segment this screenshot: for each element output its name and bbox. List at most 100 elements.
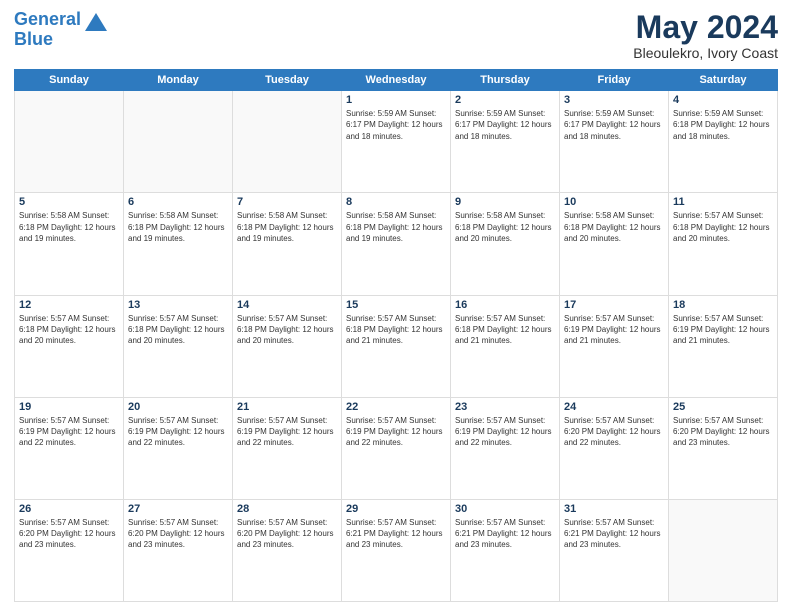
- day-number: 7: [237, 196, 337, 208]
- table-row: [233, 91, 342, 193]
- day-info: Sunrise: 5:57 AM Sunset: 6:20 PM Dayligh…: [564, 415, 664, 449]
- table-row: 4 Sunrise: 5:59 AM Sunset: 6:18 PM Daylig…: [669, 91, 778, 193]
- table-row: 3Sunrise: 5:59 AM Sunset: 6:17 PM Daylig…: [560, 91, 669, 193]
- day-info: Sunrise: 5:57 AM Sunset: 6:19 PM Dayligh…: [128, 415, 228, 449]
- logo-text: GeneralBlue: [14, 10, 81, 50]
- header: GeneralBlue May 2024 Bleoulekro, Ivory C…: [14, 10, 778, 61]
- day-info: Sunrise: 5:59 AM Sunset: 6:18 PM Dayligh…: [673, 108, 773, 142]
- day-number: 3: [564, 94, 664, 106]
- table-row: 29 Sunrise: 5:57 AM Sunset: 6:21 PM Dayli…: [342, 499, 451, 601]
- table-row: 30Sunrise: 5:57 AM Sunset: 6:21 PM Dayli…: [451, 499, 560, 601]
- table-row: 14 Sunrise: 5:57 AM Sunset: 6:18 PM Dayli…: [233, 295, 342, 397]
- day-info: Sunrise: 5:57 AM Sunset: 6:20 PM Dayligh…: [673, 415, 773, 449]
- day-info: Sunrise: 5:57 AM Sunset: 6:18 PM Dayligh…: [237, 313, 337, 347]
- calendar-header-row: Sunday Monday Tuesday Wednesday Thursday…: [15, 70, 778, 91]
- day-number: 13: [128, 299, 228, 311]
- day-number: 31: [564, 503, 664, 515]
- table-row: 22 Sunrise: 5:57 AM Sunset: 6:19 PM Dayli…: [342, 397, 451, 499]
- day-info: Sunrise: 5:58 AM Sunset: 6:18 PM Dayligh…: [564, 210, 664, 244]
- table-row: [669, 499, 778, 601]
- day-number: 17: [564, 299, 664, 311]
- table-row: 8 Sunrise: 5:58 AM Sunset: 6:18 PM Daylig…: [342, 193, 451, 295]
- table-row: 21 Sunrise: 5:57 AM Sunset: 6:19 PM Dayli…: [233, 397, 342, 499]
- calendar-table: Sunday Monday Tuesday Wednesday Thursday…: [14, 69, 778, 602]
- table-row: 16 Sunrise: 5:57 AM Sunset: 6:18 PM Dayli…: [451, 295, 560, 397]
- day-number: 4: [673, 94, 773, 106]
- day-number: 29: [346, 503, 446, 515]
- table-row: 19Sunrise: 5:57 AM Sunset: 6:19 PM Dayli…: [15, 397, 124, 499]
- day-number: 21: [237, 401, 337, 413]
- table-row: [15, 91, 124, 193]
- subtitle: Bleoulekro, Ivory Coast: [633, 45, 778, 61]
- table-row: 11 Sunrise: 5:57 AM Sunset: 6:18 PM Dayli…: [669, 193, 778, 295]
- day-number: 16: [455, 299, 555, 311]
- day-number: 11: [673, 196, 773, 208]
- day-info: Sunrise: 5:57 AM Sunset: 6:18 PM Dayligh…: [128, 313, 228, 347]
- day-info: Sunrise: 5:57 AM Sunset: 6:18 PM Dayligh…: [19, 313, 119, 347]
- page: GeneralBlue May 2024 Bleoulekro, Ivory C…: [0, 0, 792, 612]
- day-info: Sunrise: 5:57 AM Sunset: 6:20 PM Dayligh…: [19, 517, 119, 551]
- day-info: Sunrise: 5:57 AM Sunset: 6:19 PM Dayligh…: [237, 415, 337, 449]
- header-saturday: Saturday: [669, 70, 778, 91]
- day-number: 25: [673, 401, 773, 413]
- header-sunday: Sunday: [15, 70, 124, 91]
- table-row: 15Sunrise: 5:57 AM Sunset: 6:18 PM Dayli…: [342, 295, 451, 397]
- calendar-week-2: 5Sunrise: 5:58 AM Sunset: 6:18 PM Daylig…: [15, 193, 778, 295]
- day-info: Sunrise: 5:58 AM Sunset: 6:18 PM Dayligh…: [455, 210, 555, 244]
- day-number: 14: [237, 299, 337, 311]
- table-row: 20 Sunrise: 5:57 AM Sunset: 6:19 PM Dayli…: [124, 397, 233, 499]
- day-info: Sunrise: 5:59 AM Sunset: 6:17 PM Dayligh…: [455, 108, 555, 142]
- title-block: May 2024 Bleoulekro, Ivory Coast: [633, 10, 778, 61]
- table-row: 6 Sunrise: 5:58 AM Sunset: 6:18 PM Daylig…: [124, 193, 233, 295]
- table-row: 2 Sunrise: 5:59 AM Sunset: 6:17 PM Daylig…: [451, 91, 560, 193]
- day-number: 22: [346, 401, 446, 413]
- day-number: 2: [455, 94, 555, 106]
- day-info: Sunrise: 5:58 AM Sunset: 6:18 PM Dayligh…: [346, 210, 446, 244]
- calendar-week-3: 12 Sunrise: 5:57 AM Sunset: 6:18 PM Dayli…: [15, 295, 778, 397]
- table-row: 9Sunrise: 5:58 AM Sunset: 6:18 PM Daylig…: [451, 193, 560, 295]
- main-title: May 2024: [633, 10, 778, 45]
- day-info: Sunrise: 5:57 AM Sunset: 6:18 PM Dayligh…: [673, 210, 773, 244]
- day-number: 24: [564, 401, 664, 413]
- day-number: 10: [564, 196, 664, 208]
- day-number: 8: [346, 196, 446, 208]
- table-row: 28Sunrise: 5:57 AM Sunset: 6:20 PM Dayli…: [233, 499, 342, 601]
- day-number: 26: [19, 503, 119, 515]
- table-row: 27 Sunrise: 5:57 AM Sunset: 6:20 PM Dayli…: [124, 499, 233, 601]
- table-row: 17 Sunrise: 5:57 AM Sunset: 6:19 PM Dayli…: [560, 295, 669, 397]
- table-row: 1Sunrise: 5:59 AM Sunset: 6:17 PM Daylig…: [342, 91, 451, 193]
- day-number: 1: [346, 94, 446, 106]
- calendar-week-1: 1 Sunrise: 5:59 AM Sunset: 6:17 PM Daylig…: [15, 91, 778, 193]
- day-info: Sunrise: 5:57 AM Sunset: 6:20 PM Dayligh…: [128, 517, 228, 551]
- header-friday: Friday: [560, 70, 669, 91]
- day-number: 23: [455, 401, 555, 413]
- calendar-week-5: 26 Sunrise: 5:57 AM Sunset: 6:20 PM Dayli…: [15, 499, 778, 601]
- table-row: 7 Sunrise: 5:58 AM Sunset: 6:18 PM Daylig…: [233, 193, 342, 295]
- table-row: 23Sunrise: 5:57 AM Sunset: 6:19 PM Dayli…: [451, 397, 560, 499]
- day-info: Sunrise: 5:58 AM Sunset: 6:18 PM Dayligh…: [237, 210, 337, 244]
- table-row: 13 Sunrise: 5:57 AM Sunset: 6:18 PM Dayli…: [124, 295, 233, 397]
- day-info: Sunrise: 5:58 AM Sunset: 6:18 PM Dayligh…: [19, 210, 119, 244]
- day-info: Sunrise: 5:57 AM Sunset: 6:21 PM Dayligh…: [346, 517, 446, 551]
- day-info: Sunrise: 5:57 AM Sunset: 6:19 PM Dayligh…: [673, 313, 773, 347]
- day-number: 20: [128, 401, 228, 413]
- day-info: Sunrise: 5:57 AM Sunset: 6:19 PM Dayligh…: [564, 313, 664, 347]
- day-info: Sunrise: 5:57 AM Sunset: 6:18 PM Dayligh…: [455, 313, 555, 347]
- day-info: Sunrise: 5:58 AM Sunset: 6:18 PM Dayligh…: [128, 210, 228, 244]
- logo-icon: [85, 11, 107, 33]
- day-info: Sunrise: 5:57 AM Sunset: 6:21 PM Dayligh…: [455, 517, 555, 551]
- header-thursday: Thursday: [451, 70, 560, 91]
- day-number: 6: [128, 196, 228, 208]
- day-info: Sunrise: 5:57 AM Sunset: 6:19 PM Dayligh…: [19, 415, 119, 449]
- calendar-week-4: 19Sunrise: 5:57 AM Sunset: 6:19 PM Dayli…: [15, 397, 778, 499]
- logo: GeneralBlue: [14, 10, 107, 50]
- day-info: Sunrise: 5:57 AM Sunset: 6:19 PM Dayligh…: [346, 415, 446, 449]
- day-info: Sunrise: 5:57 AM Sunset: 6:21 PM Dayligh…: [564, 517, 664, 551]
- day-number: 27: [128, 503, 228, 515]
- day-info: Sunrise: 5:57 AM Sunset: 6:18 PM Dayligh…: [346, 313, 446, 347]
- table-row: 24 Sunrise: 5:57 AM Sunset: 6:20 PM Dayli…: [560, 397, 669, 499]
- table-row: 25 Sunrise: 5:57 AM Sunset: 6:20 PM Dayli…: [669, 397, 778, 499]
- day-number: 12: [19, 299, 119, 311]
- table-row: 31 Sunrise: 5:57 AM Sunset: 6:21 PM Dayli…: [560, 499, 669, 601]
- table-row: 12 Sunrise: 5:57 AM Sunset: 6:18 PM Dayli…: [15, 295, 124, 397]
